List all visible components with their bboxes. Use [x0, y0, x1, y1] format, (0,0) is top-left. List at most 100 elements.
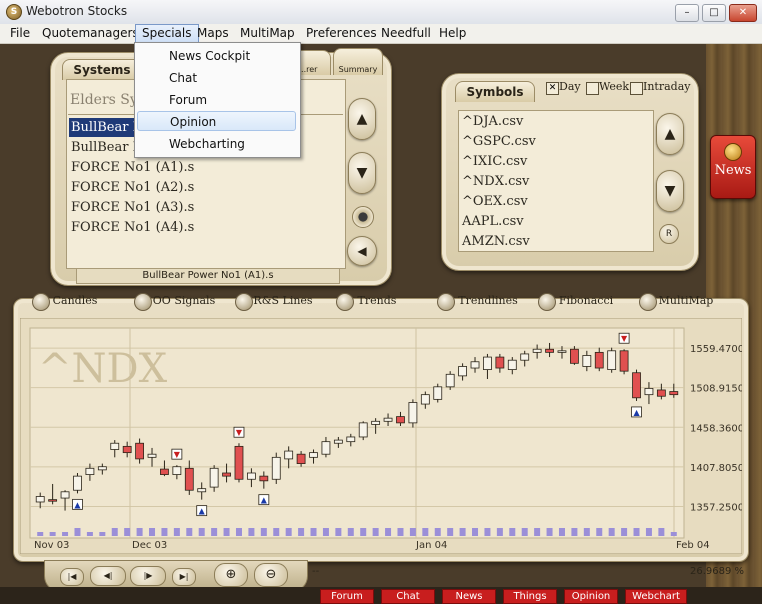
prev-button[interactable]: ◀| [90, 566, 126, 586]
x-tick-label: Dec 03 [132, 540, 167, 551]
window-title: Webotron Stocks [26, 4, 128, 18]
zoom-in-button[interactable]: ⊕ [214, 563, 248, 587]
statusbar-tab-chat[interactable]: Chat [381, 589, 435, 604]
volume-bar [658, 528, 665, 536]
statusbar-tab-webchart[interactable]: Webchart [625, 589, 687, 604]
candle-body [60, 491, 70, 499]
symbols-refresh-button[interactable]: R [659, 224, 679, 244]
candle-body [433, 386, 443, 400]
menu-file[interactable]: File [4, 24, 36, 43]
menu-item-chat[interactable]: Chat [137, 68, 296, 88]
week-checkbox[interactable] [586, 82, 599, 95]
statusbar-tab-news[interactable]: News [442, 589, 496, 604]
tab-oo-signals[interactable]: OO Signals [152, 291, 216, 311]
volume-bar [360, 528, 367, 536]
symbols-scroll-down-button[interactable]: ▼ [656, 170, 684, 212]
volume-bar [273, 528, 280, 536]
candle-body [470, 361, 480, 369]
sell-arrow-icon: ▼ [236, 428, 243, 437]
system-item[interactable]: FORCE No1 (A3).s [71, 200, 194, 215]
system-item[interactable]: BullBear P [71, 120, 141, 135]
menu-multimap[interactable]: MultiMap [234, 24, 301, 43]
next-button[interactable]: |▶ [130, 566, 166, 586]
candle-body [545, 348, 554, 353]
volume-bar [198, 528, 205, 536]
system-item[interactable]: FORCE No1 (A1).s [71, 160, 194, 175]
symbol-item[interactable]: ^DJA.csv [462, 114, 523, 129]
symbols-scroll-up-button[interactable]: ▲ [656, 113, 684, 155]
menu-item-opinion[interactable]: Opinion [137, 111, 296, 131]
menu-quotemanagers[interactable]: Quotemanagers [36, 24, 145, 43]
candle-body [222, 472, 231, 477]
candle-body [48, 499, 58, 502]
close-button[interactable]: ✕ [729, 4, 757, 22]
candlestick-chart[interactable]: ^NDX ▲ ▼ ▲ ▼ ▲ ▼ ▲ 1559.4700 1508.9150 1458.3600… [20, 318, 742, 554]
menu-item-forum[interactable]: Forum [137, 90, 296, 110]
candle-body [607, 350, 617, 370]
volume-bar [136, 528, 143, 536]
candle-body [197, 488, 207, 493]
maximize-button[interactable]: □ [702, 4, 726, 22]
symbol-item[interactable]: AMZN.csv [462, 234, 530, 249]
symbol-item[interactable]: ^OEX.csv [462, 194, 528, 209]
symbol-item[interactable]: AAPL.csv [462, 214, 524, 229]
candle-body [259, 475, 269, 482]
app-logo-icon[interactable]: S [6, 4, 22, 20]
system-item[interactable]: BullBear P [71, 140, 141, 155]
volume-bar [459, 528, 466, 536]
news-button[interactable]: News [710, 135, 756, 199]
menu-item-news-cockpit[interactable]: News Cockpit [137, 46, 296, 66]
menu-needfull[interactable]: Needfull [375, 24, 437, 43]
intraday-checkbox[interactable] [630, 82, 643, 95]
candle-body [520, 353, 530, 361]
tab-trends[interactable]: Trends [354, 291, 400, 311]
day-checkbox[interactable]: ✕ [546, 82, 559, 95]
menu-maps[interactable]: Maps [191, 24, 235, 43]
volume-bar [235, 528, 242, 536]
last-button[interactable]: ▶| [172, 568, 196, 586]
minimize-button[interactable]: – [675, 4, 699, 22]
tab-multimap[interactable]: MultiMap [657, 291, 715, 311]
candle-body [35, 496, 45, 503]
tab-summary[interactable]: Summary [333, 48, 383, 75]
tab-symbols[interactable]: Symbols [455, 81, 535, 102]
symbol-item[interactable]: ^IXIC.csv [462, 154, 527, 169]
menu-help[interactable]: Help [433, 24, 472, 43]
volume-bar [161, 528, 168, 536]
system-item[interactable]: FORCE No1 (A2).s [71, 180, 194, 195]
systems-back-button[interactable]: ◀ [347, 236, 377, 266]
statusbar-tab-things[interactable]: Things [503, 589, 557, 604]
tab-rs-lines[interactable]: R&S Lines [253, 291, 313, 311]
symbol-item[interactable]: ^NDX.csv [462, 174, 529, 189]
systems-filter-field[interactable]: Elders Sy [70, 92, 138, 108]
tab-knob-icon [32, 293, 50, 311]
statusbar-tab-opinion[interactable]: Opinion [564, 589, 618, 604]
candle-body [97, 466, 107, 471]
symbol-item[interactable]: ^GSPC.csv [462, 134, 536, 149]
statusbar-tab-forum[interactable]: Forum [320, 589, 374, 604]
menu-preferences[interactable]: Preferences [300, 24, 383, 43]
candle-body [172, 466, 182, 475]
y-tick-label: 1458.3600 [690, 423, 742, 434]
candle-body [582, 355, 592, 367]
tab-systems[interactable]: Systems [62, 59, 142, 80]
menu-specials[interactable]: Specials [135, 24, 199, 43]
candle-body [495, 356, 505, 369]
zoom-out-button[interactable]: ⊖ [254, 563, 288, 587]
candle-body [135, 442, 144, 460]
first-button[interactable]: |◀ [60, 568, 84, 586]
systems-run-button[interactable] [352, 206, 374, 228]
volume-bar [434, 528, 441, 536]
candle-body [309, 452, 318, 458]
tab-candles[interactable]: Candles [50, 291, 100, 311]
systems-scroll-down-button[interactable]: ▼ [348, 152, 376, 194]
systems-scroll-up-button[interactable]: ▲ [348, 98, 376, 140]
tab-fibonacci[interactable]: Fibonacci [556, 291, 616, 311]
specials-dropdown-menu: News Cockpit Chat Forum Opinion Webchart… [134, 42, 301, 158]
menu-item-webcharting[interactable]: Webcharting [137, 134, 296, 154]
title-bar: S Webotron Stocks – □ ✕ [0, 0, 762, 25]
x-tick-label: Feb 04 [676, 540, 710, 551]
tab-trendlines[interactable]: Trendlines [455, 291, 521, 311]
system-item[interactable]: FORCE No1 (A4).s [71, 220, 194, 235]
tab-knob-icon [437, 293, 455, 311]
